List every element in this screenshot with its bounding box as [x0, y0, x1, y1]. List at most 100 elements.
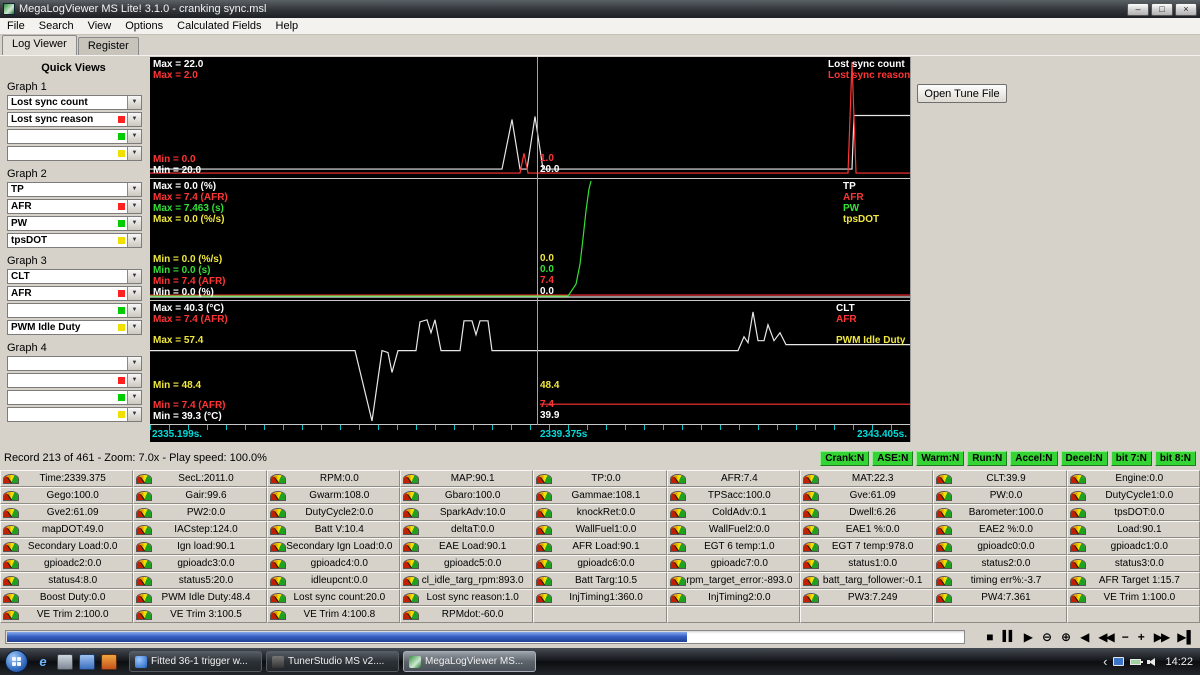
- gauge-needle: [540, 493, 546, 501]
- play-button[interactable]: ▶: [1024, 630, 1033, 644]
- maximize-button[interactable]: □: [1151, 2, 1173, 16]
- annotation: Max = 22.0: [153, 59, 204, 70]
- trace-select-combo[interactable]: ▼: [7, 356, 142, 371]
- gauge-icon: [537, 543, 552, 552]
- chart-panel-2[interactable]: Max = 0.0 (%) Max = 7.4 (AFR) Max = 7.463 …: [150, 179, 910, 301]
- gauge-label: Secondary Load:0.0: [27, 541, 118, 552]
- chevron-down-icon[interactable]: ▼: [127, 321, 141, 334]
- chevron-down-icon[interactable]: ▼: [127, 234, 141, 247]
- gauge-label: Gve:61.09: [849, 490, 896, 501]
- ie-icon[interactable]: e: [35, 654, 51, 670]
- gauge-cell: VE Trim 1:100.0: [1066, 589, 1200, 606]
- chevron-down-icon[interactable]: ▼: [127, 270, 141, 283]
- chevron-down-icon[interactable]: ▼: [127, 113, 141, 126]
- trace-select-combo[interactable]: CLT ▼: [7, 269, 142, 284]
- trace-select-combo[interactable]: ▼: [7, 303, 142, 318]
- open-tune-file-button[interactable]: Open Tune File: [917, 84, 1007, 103]
- trace-select-combo[interactable]: Lost sync reason ▼: [7, 112, 142, 127]
- trace-select-combo[interactable]: tpsDOT ▼: [7, 233, 142, 248]
- media-player-icon[interactable]: [101, 653, 117, 670]
- gauge-needle: [407, 595, 412, 603]
- chevron-down-icon[interactable]: ▼: [127, 408, 141, 421]
- panel3-cursor-values: 48.4 7.4 39.9: [540, 380, 559, 421]
- gauge-label: VE Trim 4:100.8: [303, 609, 376, 620]
- chevron-down-icon[interactable]: ▼: [127, 357, 141, 370]
- chevron-down-icon[interactable]: ▼: [127, 217, 141, 230]
- gauge-label: gpioadc3:0.0: [177, 558, 235, 569]
- speed-plus-button[interactable]: +: [1138, 630, 1145, 644]
- trace-color-swatch: [118, 324, 125, 331]
- stop-button[interactable]: ■: [986, 630, 993, 644]
- chart-panel-1[interactable]: Max = 22.0 Max = 2.0 Min = 0.0 Min = 20.0 …: [150, 57, 910, 179]
- fast-forward-button[interactable]: ▶▶: [1154, 630, 1171, 644]
- status-badge: Run:N: [967, 450, 1008, 466]
- chevron-down-icon[interactable]: ▼: [127, 287, 141, 300]
- chart-panel-3[interactable]: Max = 40.3 (°C) Max = 7.4 (AFR) Max = 57.4…: [150, 301, 910, 425]
- tray-expand-icon[interactable]: ‹: [1103, 655, 1107, 668]
- time-cursor-line[interactable]: [537, 57, 538, 425]
- volume-icon[interactable]: [1147, 657, 1159, 667]
- trace-select-combo[interactable]: ▼: [7, 390, 142, 405]
- log-position-scrollbar[interactable]: [5, 630, 965, 644]
- log-chart[interactable]: Max = 22.0 Max = 2.0 Min = 0.0 Min = 20.0 …: [150, 57, 911, 442]
- menu-item[interactable]: Search: [32, 19, 81, 33]
- trace-select-combo[interactable]: ▼: [7, 146, 142, 161]
- taskbar-window-ie[interactable]: Fitted 36-1 trigger w...: [129, 651, 262, 672]
- menu-item[interactable]: View: [81, 19, 119, 33]
- chevron-down-icon[interactable]: ▼: [127, 391, 141, 404]
- taskbar-window-megalogviewer[interactable]: MegaLogViewer MS...: [403, 651, 536, 672]
- taskbar-clock: 14:22: [1165, 655, 1193, 668]
- gauge-label: VE Trim 1:100.0: [1103, 592, 1176, 603]
- close-button[interactable]: ×: [1175, 2, 1197, 16]
- minimize-button[interactable]: –: [1127, 2, 1149, 16]
- trace-select-combo[interactable]: ▼: [7, 407, 142, 422]
- fast-back-button[interactable]: ◀◀: [1098, 630, 1115, 644]
- legend-entry: AFR: [836, 314, 857, 325]
- switch-windows-icon[interactable]: [79, 653, 95, 670]
- chevron-down-icon[interactable]: ▼: [127, 304, 141, 317]
- panel2-max-annotations: Max = 0.0 (%) Max = 7.4 (AFR) Max = 7.463 …: [153, 181, 228, 225]
- trace-select-combo[interactable]: ▼: [7, 129, 142, 144]
- tab-register[interactable]: Register: [77, 37, 139, 55]
- gauge-cell: AFR:7.4: [666, 470, 800, 487]
- trace-select-combo[interactable]: ▼: [7, 373, 142, 388]
- jump-end-button[interactable]: ▶▌: [1177, 630, 1195, 644]
- step-back-button[interactable]: ◀: [1080, 630, 1089, 644]
- zoom-out-icon[interactable]: ⊖: [1042, 630, 1052, 644]
- show-desktop-icon[interactable]: [57, 653, 73, 670]
- chevron-down-icon[interactable]: ▼: [127, 130, 141, 143]
- network-icon[interactable]: [1113, 657, 1125, 666]
- chevron-down-icon[interactable]: ▼: [127, 374, 141, 387]
- chevron-down-icon[interactable]: ▼: [127, 200, 141, 213]
- cursor-value: 7.4: [540, 275, 554, 286]
- battery-icon[interactable]: [1130, 658, 1144, 665]
- gauge-cell: InjTiming1:360.0: [533, 589, 667, 606]
- scrollbar-thumb[interactable]: [7, 632, 688, 642]
- trace-select-combo[interactable]: AFR ▼: [7, 286, 142, 301]
- trace-select-combo[interactable]: PW ▼: [7, 216, 142, 231]
- taskbar-window-tunerstudio[interactable]: TunerStudio MS v2....: [266, 651, 399, 672]
- chevron-down-icon[interactable]: ▼: [127, 147, 141, 160]
- trace-select-combo[interactable]: TP ▼: [7, 182, 142, 197]
- chevron-down-icon[interactable]: ▼: [127, 183, 141, 196]
- menu-item[interactable]: File: [0, 19, 32, 33]
- trace-select-combo[interactable]: AFR ▼: [7, 199, 142, 214]
- zoom-in-icon[interactable]: ⊕: [1061, 630, 1071, 644]
- menu-item[interactable]: Calculated Fields: [170, 19, 268, 33]
- start-button[interactable]: [5, 650, 28, 673]
- menu-item[interactable]: Help: [269, 19, 306, 33]
- gauge-needle: [7, 595, 12, 603]
- pause-button[interactable]: ▌▌: [1003, 630, 1016, 644]
- gauge-cell: VE Trim 3:100.5: [133, 606, 267, 623]
- gauge-label: Gve2:61.09: [46, 507, 99, 518]
- tab-log-viewer[interactable]: Log Viewer: [2, 35, 77, 55]
- panel3-legend: CLT AFR PWM Idle Duty: [836, 303, 905, 346]
- trace-select-combo[interactable]: Lost sync count ▼: [7, 95, 142, 110]
- chevron-down-icon[interactable]: ▼: [127, 96, 141, 109]
- gauge-icon: [1070, 509, 1085, 518]
- gauge-label: gpioadc2:0.0: [44, 558, 102, 569]
- trace-color-swatch: [118, 203, 125, 210]
- trace-select-combo[interactable]: PWM Idle Duty ▼: [7, 320, 142, 335]
- menu-item[interactable]: Options: [118, 19, 170, 33]
- speed-minus-button[interactable]: −: [1122, 630, 1129, 644]
